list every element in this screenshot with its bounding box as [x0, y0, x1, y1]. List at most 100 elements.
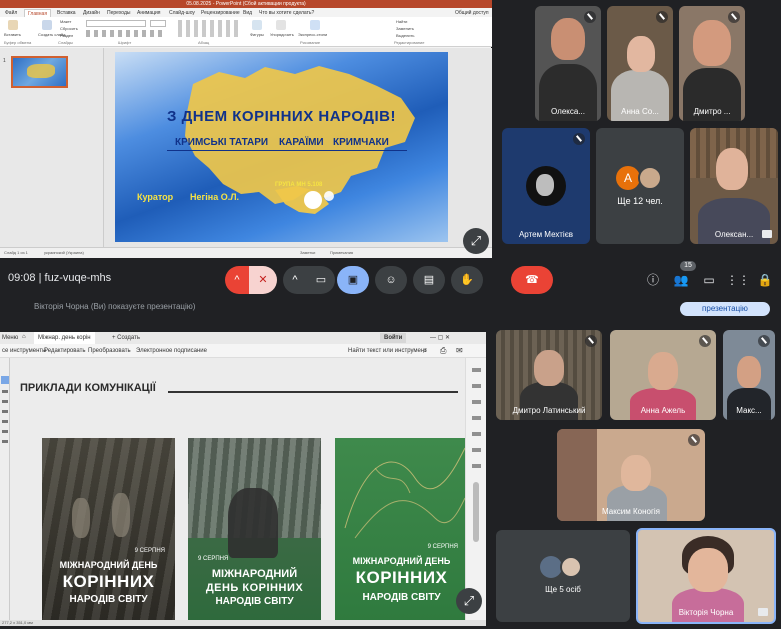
acrobat-doc-tab[interactable]: Міжнар. день корін	[34, 332, 95, 344]
slide-thumbnail[interactable]	[11, 56, 68, 88]
pdf-heading: ПРИКЛАДИ КОМУНІКАЦІЇ	[20, 382, 156, 394]
ppt-tab-slideshow[interactable]: Слайд-шоу	[166, 9, 198, 17]
font-size-field[interactable]	[150, 20, 166, 27]
group-clipboard: Буфер обмена	[4, 40, 32, 45]
page-size: 277,2 x 351,0 мм	[2, 620, 33, 625]
paragraph-buttons[interactable]	[178, 20, 238, 37]
ribbon-arrange[interactable]: Упорядочить	[270, 32, 294, 37]
thumbnail-number: 1	[3, 58, 6, 64]
tool-convert[interactable]: Преобразовать	[88, 348, 131, 354]
ppt-tab-transitions[interactable]: Переходы	[104, 9, 133, 17]
participant-tile[interactable]: Максим Коногія	[557, 429, 705, 521]
participant-tile[interactable]: Олексан...	[690, 128, 778, 244]
status-comments[interactable]: Примечания	[330, 250, 353, 255]
poster-line3: НАРОДІВ СВІТУ	[69, 594, 148, 605]
poster-line1: МІЖНАРОДНИЙ ДЕНЬ	[352, 556, 451, 566]
hangup-icon[interactable]: ☎	[511, 266, 553, 294]
emoji-icon[interactable]: ☺	[375, 266, 407, 294]
ppt-tab-home[interactable]: Главная	[24, 9, 52, 17]
ppt-tab-design[interactable]: Дизайн	[80, 9, 103, 17]
ribbon-reset[interactable]: Сбросить	[60, 26, 78, 31]
participant-tile-others[interactable]: Ще 5 осіб	[496, 530, 630, 622]
ppt-tab-file[interactable]: Файл	[2, 9, 20, 17]
present-icon[interactable]: ▣	[337, 266, 369, 294]
slide-headline: З ДНЕМ КОРІННИХ НАРОДІВ!	[167, 108, 396, 125]
slide[interactable]: З ДНЕМ КОРІННИХ НАРОДІВ! КРИМСЬКІ ТАТАРИ…	[115, 52, 448, 242]
participant-tile[interactable]: Дмитро ...	[679, 6, 745, 121]
avatar	[638, 166, 662, 190]
avatar: А	[616, 166, 640, 190]
scrollbar[interactable]	[473, 482, 479, 542]
mic-off-icon[interactable]: ✕	[249, 266, 277, 294]
acrobat-search[interactable]: Найти текст или инструмент	[348, 348, 427, 354]
shapes-icon[interactable]	[252, 20, 262, 30]
tool-all-tools[interactable]: се инструменты	[2, 348, 46, 354]
expand-icon[interactable]: ⤢	[456, 588, 482, 614]
expand-icon[interactable]: ⤢	[463, 228, 489, 254]
ppt-tab-animations[interactable]: Анимация	[134, 9, 163, 17]
ribbon-layout[interactable]: Макет	[60, 19, 71, 24]
ppt-tab-review[interactable]: Рецензирование	[198, 9, 243, 17]
print-icon[interactable]: ⎙	[440, 346, 446, 356]
camera-icon[interactable]: ▭	[307, 266, 335, 294]
home-icon[interactable]: ⌂	[22, 334, 30, 342]
acrobat-sign-in[interactable]: Войти	[380, 333, 407, 343]
select-tool-icon[interactable]	[1, 376, 9, 384]
ribbon-select[interactable]: Выделить	[396, 33, 414, 38]
mic-off-icon	[585, 335, 597, 347]
window-controls[interactable]: — ▢ ✕	[430, 334, 450, 341]
stop-presenting-button[interactable]: презентацію	[680, 302, 770, 316]
right-tools-icons[interactable]	[472, 368, 481, 468]
participant-name: Анна Ажель	[640, 406, 686, 415]
participant-tile[interactable]: Олекса...	[535, 6, 601, 121]
ppt-tell-me[interactable]: Что вы хотите сделать?	[256, 9, 317, 17]
ppt-share-button[interactable]: Общий доступ	[452, 9, 492, 17]
info-icon[interactable]: ⓘ	[642, 269, 664, 291]
captions-icon[interactable]: ▤	[413, 266, 445, 294]
paste-icon[interactable]	[8, 20, 18, 30]
ribbon-find[interactable]: Найти	[396, 19, 407, 24]
people-icon[interactable]: 👥	[670, 269, 692, 291]
ppt-tab-insert[interactable]: Вставка	[54, 9, 79, 17]
acrobat-menu[interactable]: Меню	[2, 335, 18, 341]
ribbon-shapes[interactable]: Фигуры	[250, 32, 264, 37]
font-format-buttons[interactable]	[86, 30, 166, 37]
participant-tile[interactable]: Артем Мехтієв	[502, 128, 590, 244]
acrobat-new-tab[interactable]: + Создать	[112, 335, 140, 341]
left-tools-icons[interactable]	[2, 390, 8, 450]
heading-rule	[168, 391, 458, 393]
participant-name: Олексан...	[714, 230, 754, 239]
participant-tile-others[interactable]: А Ще 12 чел.	[596, 128, 684, 244]
ppt-tab-view[interactable]: Вид	[240, 9, 255, 17]
participant-tile[interactable]: Дмитро Латинський	[496, 330, 602, 420]
participant-tile[interactable]: Анна Ажель	[610, 330, 716, 420]
ribbon-replace[interactable]: Заменить	[396, 26, 414, 31]
tool-esign[interactable]: Электронное подписание	[136, 348, 207, 354]
chat-icon[interactable]: ▭	[698, 269, 720, 291]
font-name-field[interactable]	[86, 20, 146, 27]
participant-tile-self[interactable]: Вікторія Чорна	[636, 528, 776, 624]
mail-icon[interactable]: ✉	[456, 346, 463, 355]
new-slide-icon[interactable]	[42, 20, 52, 30]
quick-styles-icon[interactable]	[310, 20, 320, 30]
arrange-icon[interactable]	[276, 20, 286, 30]
acrobat-window: Меню ⌂ Міжнар. день корін + Создать Войт…	[0, 332, 486, 626]
participant-tile[interactable]: Макс...	[723, 330, 775, 420]
poster-line2: КОРІННИХ	[62, 572, 155, 591]
apps-icon[interactable]: ⋮⋮	[726, 269, 750, 291]
tool-edit[interactable]: Редактировать	[44, 348, 85, 354]
slide-curator-label: Куратор	[137, 192, 174, 202]
avatar	[560, 556, 582, 578]
hand-icon[interactable]: ✋	[451, 266, 483, 294]
search-icon[interactable]: ⌕	[423, 346, 427, 356]
ribbon-paste[interactable]: Вставить	[4, 32, 21, 37]
status-notes[interactable]: Заметки	[300, 250, 315, 255]
lock-icon[interactable]: 🔒	[754, 269, 776, 291]
participant-tile[interactable]: Анна Со...	[607, 6, 673, 121]
ribbon-quick-styles[interactable]: Экспресс-стили	[298, 32, 327, 37]
poster-1: 9 СЕРПНЯ МІЖНАРОДНИЙ ДЕНЬ КОРІННИХ НАРОД…	[42, 438, 175, 620]
pdf-page: ПРИКЛАДИ КОМУНІКАЦІЇ 9 СЕРПНЯ МІЖНАРОДНИ…	[10, 358, 465, 620]
camera-options-chevron[interactable]: ^	[283, 266, 307, 294]
ribbon-section[interactable]: Раздел	[60, 33, 73, 38]
mic-options-chevron[interactable]: ^	[225, 266, 249, 294]
